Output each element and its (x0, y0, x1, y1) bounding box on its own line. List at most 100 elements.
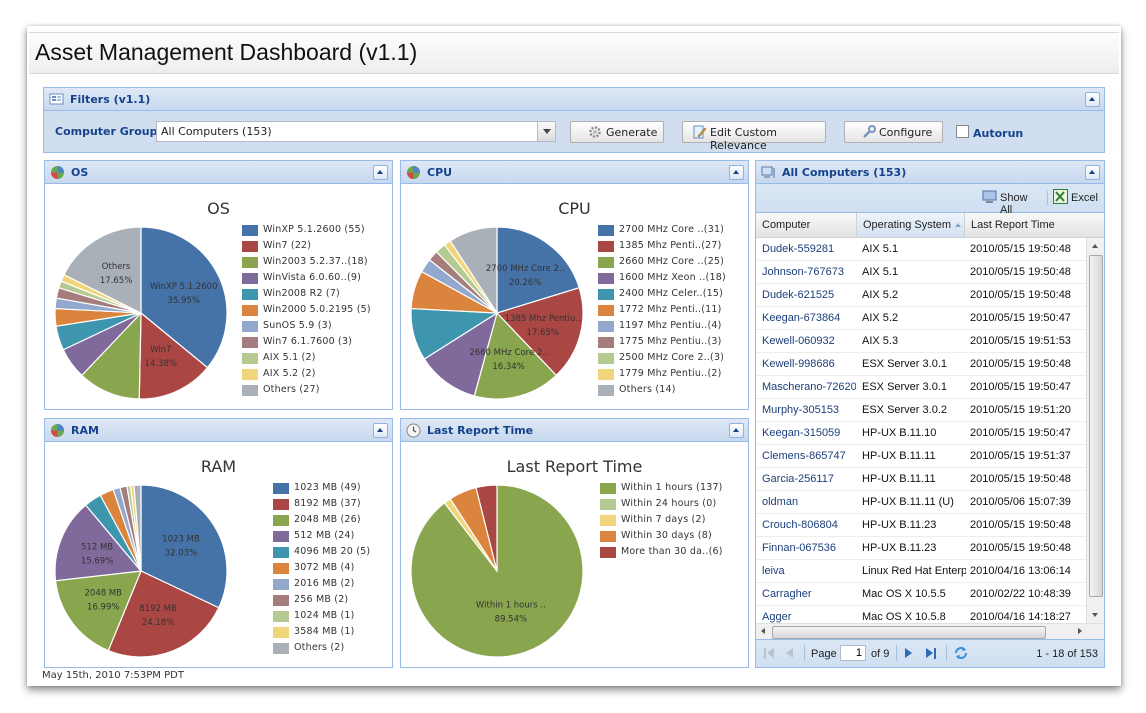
last-page-button[interactable] (926, 648, 938, 659)
computer-group-select[interactable]: All Computers (153) (156, 121, 556, 142)
scroll-up-arrow[interactable] (1092, 244, 1098, 248)
legend-label: Others (2) (294, 642, 345, 653)
os-panel: OS OS WinXP 5.1.2600 35.95% Win7 14.38% Othe… (44, 160, 393, 410)
page-number-input[interactable] (840, 645, 866, 661)
legend-swatch (273, 531, 289, 542)
legend-swatch (273, 579, 289, 590)
table-row[interactable]: Clemens-865747 HP-UX B.11.11 2010/05/15 19… (756, 445, 1086, 468)
table-row[interactable]: Dudek-559281 AIX 5.1 2010/05/15 19:50:48 (756, 238, 1086, 261)
horizontal-scroll-thumb[interactable] (772, 626, 1046, 639)
configure-button[interactable]: Configure (844, 121, 943, 143)
computer-name-link[interactable]: Murphy-305153 (762, 404, 856, 416)
computer-name-link[interactable]: Finnan-067536 (762, 542, 856, 554)
generate-button[interactable]: Generate (570, 121, 664, 143)
table-row[interactable]: leiva Linux Red Hat Enterp 2010/04/16 13:0… (756, 560, 1086, 583)
computer-name-link[interactable]: Dudek-621525 (762, 289, 856, 301)
column-header-last-report-time[interactable]: Last Report Time (965, 213, 1104, 237)
table-row[interactable]: Keegan-315059 HP-UX B.11.10 2010/05/15 19:… (756, 422, 1086, 445)
grid-collapse-button[interactable] (1085, 165, 1100, 180)
legend-label: Within 7 days (2) (621, 514, 706, 525)
computer-name-link[interactable]: Dudek-559281 (762, 243, 856, 255)
legend-swatch (273, 563, 289, 574)
legend-swatch (600, 483, 616, 494)
table-row[interactable]: Dudek-621525 AIX 5.2 2010/05/15 19:50:48 (756, 284, 1086, 307)
next-page-button[interactable] (905, 648, 912, 658)
computer-name-link[interactable]: Crouch-806804 (762, 519, 856, 531)
slice-label-percent: 14.38% (145, 359, 177, 369)
filters-collapse-button[interactable] (1085, 92, 1100, 107)
computer-name-link[interactable]: Keegan-315059 (762, 427, 856, 439)
edit-custom-relevance-button[interactable]: Edit Custom Relevance (682, 121, 826, 152)
computer-name-link[interactable]: Clemens-865747 (762, 450, 856, 462)
computer-name-link[interactable]: Kewell-998686 (762, 358, 856, 370)
excel-label: Excel (1071, 192, 1098, 204)
os-collapse-button[interactable] (373, 165, 388, 180)
chevron-down-icon[interactable] (537, 122, 555, 141)
os-panel-title: OS (71, 166, 89, 179)
computer-name-link[interactable]: oldman (762, 496, 856, 508)
computer-name-link[interactable]: Johnson-767673 (762, 266, 856, 278)
legend-label: Win2003 5.2.37..(18) (263, 256, 368, 267)
cpu-panel: CPU CPU 2700 MHz Core 2.. 20.26% 1385 Mhz … (400, 160, 749, 410)
autorun-checkbox[interactable] (956, 125, 969, 138)
table-row[interactable]: Agger Mac OS X 10.5.8 2010/04/16 14:18:27 (756, 606, 1086, 623)
grid-toolbar: Show All Excel (756, 184, 1104, 216)
scroll-down-arrow[interactable] (1092, 613, 1098, 617)
legend-swatch (273, 515, 289, 526)
excel-export-button[interactable]: Excel (1053, 187, 1101, 209)
legend-label: Within 1 hours (137) (621, 482, 723, 493)
autorun-label[interactable]: Autorun (973, 127, 1023, 140)
title-bar: Asset Management Dashboard (v1.1) (29, 32, 1119, 74)
table-row[interactable]: Carragher Mac OS X 10.5.5 2010/02/22 10:48… (756, 583, 1086, 606)
previous-page-button[interactable] (786, 648, 793, 658)
table-row[interactable]: Garcia-256117 HP-UX B.11.11 2010/05/15 19:… (756, 468, 1086, 491)
table-row[interactable]: Johnson-767673 AIX 5.1 2010/05/15 19:50:48 (756, 261, 1086, 284)
scroll-right-arrow[interactable] (1078, 628, 1082, 634)
computer-name-link[interactable]: leiva (762, 565, 856, 577)
table-row[interactable]: Crouch-806804 HP-UX B.11.23 2010/05/15 19:… (756, 514, 1086, 537)
computer-name-link[interactable]: Keegan-673864 (762, 312, 856, 324)
slice-label-name: Win7 (150, 345, 171, 355)
vertical-scroll-thumb[interactable] (1089, 255, 1103, 597)
cpu-collapse-button[interactable] (729, 165, 744, 180)
slice-label-percent: 15.69% (81, 556, 113, 566)
last-report-time-cell: 2010/05/15 19:50:47 (970, 381, 1071, 393)
horizontal-scrollbar[interactable] (756, 623, 1104, 640)
first-page-button[interactable] (764, 648, 776, 659)
legend-label: SunOS 5.9 (3) (263, 320, 332, 331)
table-row[interactable]: Murphy-305153 ESX Server 3.0.2 2010/05/15 … (756, 399, 1086, 422)
filters-panel: Filters (v1.1) Computer Group: All Compu… (43, 87, 1105, 153)
legend-label: WinXP 5.1.2600 (55) (263, 224, 365, 235)
gear-icon (589, 126, 601, 138)
vertical-scrollbar[interactable] (1086, 238, 1104, 623)
excel-icon (1053, 189, 1068, 204)
table-row[interactable]: Kewell-998686 ESX Server 3.0.1 2010/05/15 … (756, 353, 1086, 376)
column-header-operating-system[interactable]: Operating System (857, 213, 965, 237)
last-report-time-cell: 2010/02/22 10:48:39 (970, 588, 1071, 600)
legend-label: 3584 MB (1) (294, 626, 355, 637)
show-all-button[interactable]: Show All (982, 187, 1042, 216)
last-report-collapse-button[interactable] (729, 423, 744, 438)
operating-system-cell: AIX 5.1 (862, 243, 899, 255)
computer-name-link[interactable]: Carragher (762, 588, 856, 600)
scroll-left-arrow[interactable] (761, 628, 765, 634)
table-row[interactable]: Keegan-673864 AIX 5.2 2010/05/15 19:50:47 (756, 307, 1086, 330)
refresh-icon[interactable] (953, 645, 969, 661)
last-report-time-cell: 2010/05/15 19:50:48 (970, 289, 1071, 301)
last-report-time-cell: 2010/05/15 19:50:47 (970, 427, 1071, 439)
table-row[interactable]: oldman HP-UX B.11.11 (U) 2010/05/06 15:07:… (756, 491, 1086, 514)
computer-name-link[interactable]: Kewell-060932 (762, 335, 856, 347)
legend-swatch (598, 273, 614, 284)
edit-custom-relevance-label: Edit Custom Relevance (710, 126, 777, 152)
ram-collapse-button[interactable] (373, 423, 388, 438)
table-row[interactable]: Mascherano-72620 ESX Server 3.0.1 2010/05/… (756, 376, 1086, 399)
computer-name-link[interactable]: Garcia-256117 (762, 473, 856, 485)
table-row[interactable]: Kewell-060932 AIX 5.3 2010/05/15 19:51:53 (756, 330, 1086, 353)
column-header-computer[interactable]: Computer (756, 213, 857, 237)
legend-label: WinVista 6.0.60..(9) (263, 272, 362, 283)
computer-name-link[interactable]: Mascherano-72620 (762, 381, 856, 393)
ram-chart-title: RAM (200, 457, 237, 476)
computer-name-link[interactable]: Agger (762, 611, 856, 623)
slice-label-percent: 17.65% (100, 276, 132, 286)
table-row[interactable]: Finnan-067536 HP-UX B.11.23 2010/05/15 19:… (756, 537, 1086, 560)
